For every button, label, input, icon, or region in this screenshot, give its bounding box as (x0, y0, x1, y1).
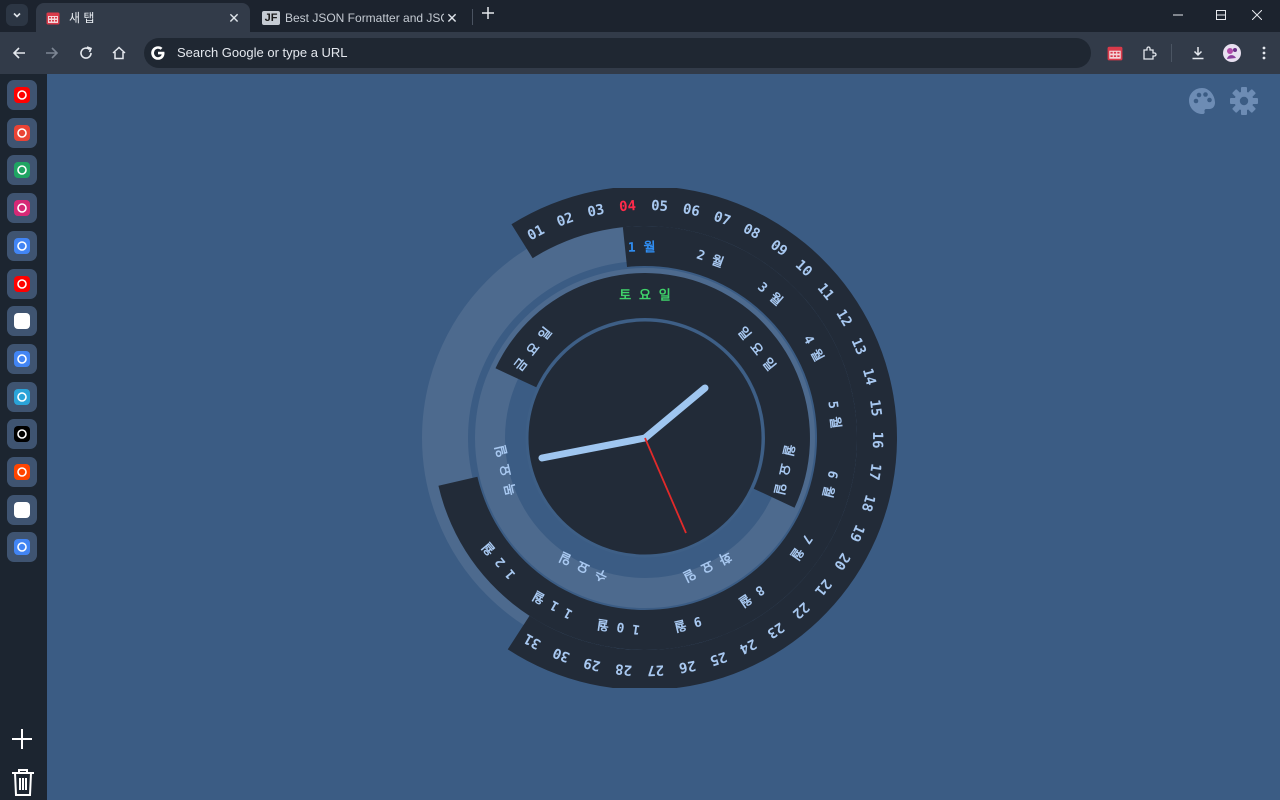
gear-icon (1230, 87, 1258, 115)
sidebar-app-telegram[interactable] (7, 381, 37, 412)
sidebar-app-google-translate[interactable] (7, 532, 37, 563)
sidebar-app-x[interactable] (7, 419, 37, 450)
plus-icon (482, 7, 494, 19)
tab-search-button[interactable] (6, 4, 28, 26)
minimize-button-real[interactable] (1155, 0, 1201, 30)
plus-icon (12, 729, 32, 749)
tab-close-button[interactable]: ✕ (444, 10, 460, 26)
menu-button[interactable] (1252, 41, 1276, 65)
address-bar-placeholder[interactable]: Search Google or type a URL (177, 45, 348, 60)
reload-icon (80, 46, 93, 59)
more-vertical-icon (1262, 46, 1266, 60)
youtube-icon (14, 87, 30, 103)
tab-title: 새 탭 (69, 11, 95, 25)
avatar-icon (1223, 44, 1241, 62)
trash-icon (12, 769, 34, 796)
home-button[interactable] (107, 41, 131, 65)
toolbar-divider (1171, 44, 1172, 62)
close-window-button[interactable] (1234, 0, 1280, 30)
sidebar-app-google-drive[interactable] (7, 155, 37, 186)
day-label: 17 (865, 462, 883, 481)
chrome-icon (14, 350, 30, 367)
jf-favicon-icon: JF (262, 10, 280, 25)
amazon-icon (14, 501, 30, 518)
telegram-icon (14, 388, 30, 405)
sidebar-app-gmail[interactable] (7, 117, 37, 148)
chatgpt-icon (14, 313, 30, 330)
day-label: 04 (619, 198, 637, 215)
tab-new-tab[interactable]: 새 탭 ✕ (36, 3, 250, 32)
chevron-down-icon (13, 12, 21, 18)
extensions-button[interactable] (1137, 41, 1161, 65)
profile-avatar-button[interactable] (1220, 41, 1244, 65)
sidebar-app-chrome[interactable] (7, 230, 37, 261)
calendar-extension-button[interactable] (1103, 41, 1127, 65)
day-label: 06 (681, 201, 701, 220)
instagram-icon (14, 200, 30, 217)
forward-button[interactable] (40, 41, 64, 65)
ring-calendar-clock: 0102 03 04 05 06 0708091011121314151617181920… (422, 188, 897, 688)
sidebar-app-youtube[interactable] (7, 80, 37, 110)
google-g-icon (151, 46, 165, 60)
day-label: 05 (651, 198, 669, 215)
gmail-icon (14, 124, 30, 141)
tab-title: Best JSON Formatter and JSON (285, 10, 444, 25)
day-label: 16 (869, 432, 885, 449)
home-icon (112, 46, 126, 60)
sidebar-app-instagram[interactable] (7, 193, 37, 224)
month-label: 5 월 (824, 400, 843, 429)
weekday-label: 토 요 일 (619, 289, 671, 304)
add-shortcut-button[interactable] (10, 727, 34, 751)
calendar-icon (1107, 46, 1123, 61)
tab-strip: 새 탭 ✕ JF Best JSON Formatter and JSON ✕ (0, 0, 1280, 32)
youtube-music-icon (14, 275, 30, 292)
sidebar-app-reddit[interactable] (7, 457, 37, 487)
palette-icon (1189, 88, 1215, 114)
google-translate-icon (14, 539, 30, 556)
month-label: 1 월 (628, 239, 656, 255)
theme-palette-button[interactable] (1187, 86, 1217, 116)
minimize-icon (1173, 14, 1183, 16)
close-icon (1252, 10, 1262, 20)
day-label: 27 (647, 661, 665, 678)
x-icon (14, 426, 30, 443)
back-button[interactable] (7, 41, 31, 65)
download-icon (1192, 47, 1204, 60)
calendar-favicon-icon (46, 12, 60, 24)
chrome-icon (14, 237, 30, 254)
sidebar-app-chatgpt[interactable] (7, 306, 37, 337)
sidebar-app-youtube-music[interactable] (7, 268, 37, 299)
maximize-icon (1216, 10, 1226, 20)
settings-button[interactable] (1229, 86, 1259, 116)
arrow-left-icon (12, 47, 25, 59)
sidebar-app-amazon[interactable] (7, 494, 37, 525)
arrow-right-icon (46, 47, 59, 59)
delete-shortcut-button[interactable] (10, 768, 36, 796)
google-drive-icon (14, 162, 30, 179)
reload-button[interactable] (74, 41, 98, 65)
day-label: 15 (866, 399, 884, 418)
tab-json-formatter[interactable]: JF Best JSON Formatter and JSON ✕ (256, 3, 468, 32)
new-tab-button[interactable] (478, 4, 498, 24)
downloads-button[interactable] (1186, 41, 1210, 65)
puzzle-icon (1143, 46, 1157, 60)
day-label: 26 (678, 657, 697, 676)
tab-separator (472, 9, 473, 25)
sidebar-app-chrome[interactable] (7, 343, 37, 374)
tab-close-button[interactable]: ✕ (226, 10, 242, 26)
day-label: 28 (614, 660, 632, 677)
reddit-icon (14, 464, 30, 480)
